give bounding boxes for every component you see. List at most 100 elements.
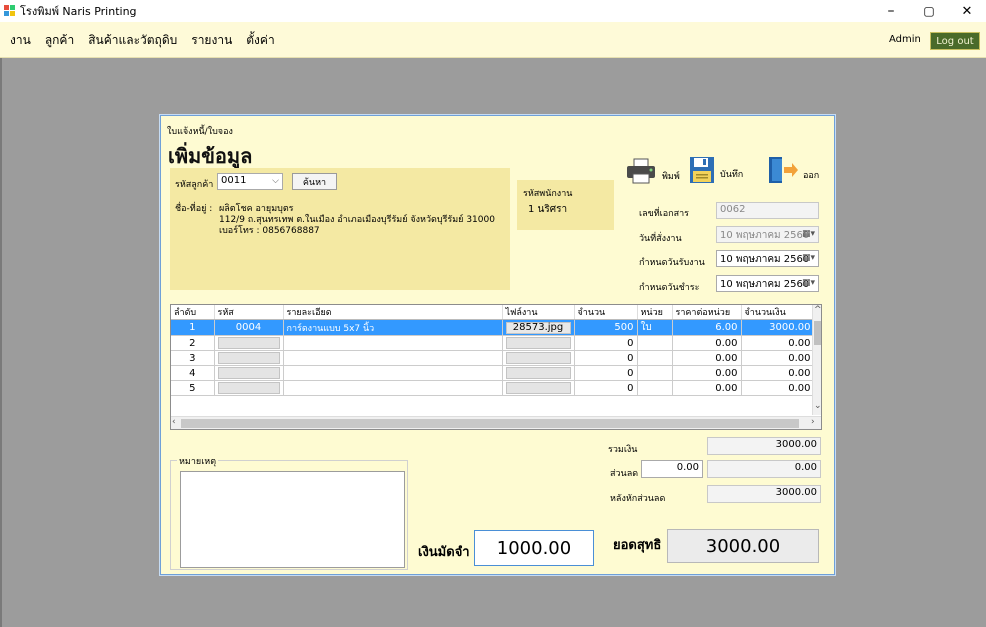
receive-date-picker[interactable]: 10 พฤษภาคม 2560 ▦▾: [716, 250, 819, 267]
cell-unit[interactable]: [637, 335, 673, 351]
cell-detail[interactable]: [283, 335, 503, 351]
cell-price[interactable]: 0.00: [672, 335, 742, 351]
order-items-grid[interactable]: ลำดับ รหัส รายละเอียด ไฟล์งาน จำนวน หน่ว…: [170, 304, 822, 430]
cell-file[interactable]: [502, 335, 575, 351]
cell-no[interactable]: 2: [171, 335, 215, 351]
cell-file[interactable]: 28573.jpg: [502, 319, 575, 336]
grid-vertical-scrollbar[interactable]: ^ ⌄: [812, 305, 821, 415]
logout-button[interactable]: Log out: [930, 32, 980, 50]
cell-amount[interactable]: 0.00: [741, 335, 815, 351]
save-button[interactable]: บันทึก: [689, 156, 743, 184]
app-icon: [4, 5, 16, 17]
col-header-no[interactable]: ลำดับ: [171, 305, 215, 320]
cell-amount[interactable]: 0.00: [741, 365, 815, 381]
cell-file[interactable]: [502, 365, 575, 381]
cell-unit[interactable]: [637, 380, 673, 396]
calendar-icon[interactable]: ▦▾: [802, 229, 815, 239]
cell-price[interactable]: 0.00: [672, 365, 742, 381]
docno-label: เลขที่เอกสาร: [639, 209, 689, 219]
total-label: รวมเงิน: [608, 445, 638, 455]
cell-unit[interactable]: [637, 350, 673, 366]
minimize-button[interactable]: –: [872, 0, 910, 22]
docno-field[interactable]: 0062: [716, 202, 819, 219]
cell-no[interactable]: 1: [171, 319, 215, 336]
grid-horizontal-scrollbar[interactable]: ‹ ›: [171, 416, 821, 429]
vertical-scroll-thumb[interactable]: [814, 321, 821, 345]
cell-code[interactable]: [214, 365, 284, 381]
cell-no[interactable]: 3: [171, 350, 215, 366]
maximize-button[interactable]: ▢: [910, 0, 948, 22]
note-textarea[interactable]: [180, 471, 405, 568]
discount-field[interactable]: 0.00: [707, 460, 821, 478]
col-header-file[interactable]: ไฟล์งาน: [502, 305, 575, 320]
cell-file[interactable]: [502, 380, 575, 396]
pay-date-picker[interactable]: 10 พฤษภาคม 2560 ▦▾: [716, 275, 819, 292]
net-field[interactable]: 3000.00: [667, 529, 819, 563]
cell-detail[interactable]: การ์ดงานแบบ 5x7 นิ้ว: [283, 319, 503, 336]
cell-amount[interactable]: 0.00: [741, 380, 815, 396]
cell-code[interactable]: 0004: [214, 319, 284, 336]
col-header-amount[interactable]: จำนวนเงิน: [741, 305, 815, 320]
table-row[interactable]: 1 0004 การ์ดงานแบบ 5x7 นิ้ว 28573.jpg 50…: [171, 319, 815, 336]
cell-qty[interactable]: 0: [574, 380, 638, 396]
cell-price[interactable]: 6.00: [672, 319, 742, 336]
customer-code-value: 0011: [221, 175, 247, 186]
cell-unit[interactable]: ใบ: [637, 319, 673, 336]
menu-item-jobs[interactable]: งาน: [10, 31, 31, 50]
horizontal-scroll-thumb[interactable]: [181, 419, 799, 428]
calendar-icon[interactable]: ▦▾: [802, 278, 815, 288]
table-row[interactable]: 5 0 0.00 0.00: [171, 380, 815, 396]
table-row[interactable]: 2 0 0.00 0.00: [171, 335, 815, 351]
close-button[interactable]: ✕: [948, 0, 986, 22]
main-menu: งาน ลูกค้า สินค้าและวัตถุดิบ รายงาน ตั้ง…: [0, 22, 279, 58]
cell-qty[interactable]: 500: [574, 319, 638, 336]
table-row[interactable]: 4 0 0.00 0.00: [171, 365, 815, 381]
chevron-down-icon[interactable]: ⌵: [272, 176, 279, 186]
after-discount-field[interactable]: 3000.00: [707, 485, 821, 503]
cell-code[interactable]: [214, 335, 284, 351]
exit-button[interactable]: ออก: [767, 156, 819, 184]
deposit-input[interactable]: 1000.00: [474, 530, 594, 566]
col-header-unit[interactable]: หน่วย: [637, 305, 673, 320]
col-header-qty[interactable]: จำนวน: [574, 305, 638, 320]
calendar-icon[interactable]: ▦▾: [802, 253, 815, 263]
cell-no[interactable]: 5: [171, 380, 215, 396]
cell-amount[interactable]: 3000.00: [741, 319, 815, 336]
col-header-price[interactable]: ราคาต่อหน่วย: [672, 305, 742, 320]
cell-file[interactable]: [502, 350, 575, 366]
cell-amount[interactable]: 0.00: [741, 350, 815, 366]
col-header-code[interactable]: รหัส: [214, 305, 284, 320]
menu-item-reports[interactable]: รายงาน: [191, 31, 232, 50]
customer-code-combo[interactable]: 0011 ⌵: [217, 173, 283, 190]
cell-qty[interactable]: 0: [574, 350, 638, 366]
cell-qty[interactable]: 0: [574, 365, 638, 381]
total-field[interactable]: 3000.00: [707, 437, 821, 455]
cell-detail[interactable]: [283, 380, 503, 396]
col-header-detail[interactable]: รายละเอียด: [283, 305, 503, 320]
scroll-down-icon[interactable]: ⌄: [814, 401, 821, 411]
order-date-picker[interactable]: 10 พฤษภาคม 2560 ▦▾: [716, 226, 819, 243]
scroll-left-icon[interactable]: ‹: [172, 417, 176, 427]
cell-detail[interactable]: [283, 350, 503, 366]
net-label: ยอดสุทธิ: [613, 538, 662, 553]
pay-date-label: กำหนดวันชำระ: [639, 283, 700, 293]
print-button[interactable]: พิมพ์: [626, 158, 680, 184]
cell-code-value: [217, 367, 280, 379]
menu-item-products[interactable]: สินค้าและวัตถุดิบ: [88, 31, 177, 50]
cell-unit[interactable]: [637, 365, 673, 381]
cell-code-value: [217, 382, 280, 394]
scroll-right-icon[interactable]: ›: [811, 417, 815, 427]
cell-detail[interactable]: [283, 365, 503, 381]
menu-item-customers[interactable]: ลูกค้า: [45, 31, 74, 50]
scroll-up-icon[interactable]: ^: [814, 305, 821, 315]
search-button[interactable]: ค้นหา: [292, 173, 337, 190]
table-row[interactable]: 3 0 0.00 0.00: [171, 350, 815, 366]
cell-price[interactable]: 0.00: [672, 350, 742, 366]
cell-price[interactable]: 0.00: [672, 380, 742, 396]
cell-qty[interactable]: 0: [574, 335, 638, 351]
cell-code[interactable]: [214, 380, 284, 396]
cell-no[interactable]: 4: [171, 365, 215, 381]
cell-code[interactable]: [214, 350, 284, 366]
menu-item-settings[interactable]: ตั้งค่า: [246, 31, 274, 50]
discount-input[interactable]: 0.00: [641, 460, 703, 478]
